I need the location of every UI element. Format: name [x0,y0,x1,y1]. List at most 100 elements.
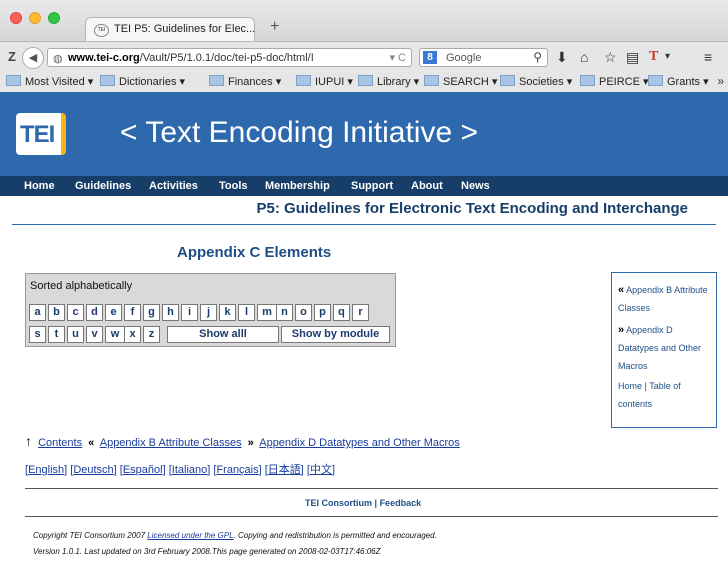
nav-tools[interactable]: Tools [219,180,248,192]
search-placeholder: Google [446,52,482,64]
letter-z-button[interactable]: z [143,326,160,343]
letter-k-button[interactable]: k [219,304,236,321]
letter-b-button[interactable]: b [48,304,65,321]
bookmark-library[interactable]: Library ▾ [358,75,419,88]
reload-icon[interactable]: ▾ C [389,51,406,64]
bookmarks-menu-icon[interactable]: ▤ [626,49,639,66]
close-window-button[interactable] [10,12,22,24]
tab-title: TEI P5: Guidelines for Elec... [114,23,256,35]
bookmark-iupui[interactable]: IUPUI ▾ [296,75,353,88]
letter-d-button[interactable]: d [86,304,103,321]
minimize-window-button[interactable] [29,12,41,24]
version-text: Version 1.0.1. Last updated on 3rd Febru… [33,547,381,556]
bookmark-star-icon[interactable]: ☆ [604,49,617,66]
zotero-icon[interactable]: Z [8,49,16,64]
nav-news[interactable]: News [461,180,490,192]
zoom-window-button[interactable] [48,12,60,24]
page-header: P5: Guidelines for Electronic Text Encod… [12,197,716,225]
download-icon[interactable]: ⬇ [556,49,568,66]
letter-v-button[interactable]: v [86,326,103,343]
browser-toolbar: Z ◀ ◍ www.tei-c.org/Vault/P5/1.0.1/doc/t… [0,42,728,72]
letter-s-button[interactable]: s [29,326,46,343]
arrow-up-icon: ↑ [25,433,32,449]
bookmark-most-visited[interactable]: Most Visited ▾ [6,75,93,88]
folder-icon [6,75,21,86]
show-by-module-button[interactable]: Show by module [281,326,390,343]
browser-tab[interactable]: TEI TEI P5: Guidelines for Elec... [85,17,255,41]
double-chevron-right-icon: » [618,324,625,336]
bookmark-societies[interactable]: Societies ▾ [500,75,572,88]
letter-o-button[interactable]: o [295,304,312,321]
next-appendix-link[interactable]: Appendix D Datatypes and Other Macros [259,437,460,449]
letter-n-button[interactable]: n [276,304,293,321]
show-all-button[interactable]: Show alll [167,326,279,343]
url-bar[interactable]: ◍ www.tei-c.org/Vault/P5/1.0.1/doc/tei-p… [47,48,412,67]
nav-about[interactable]: About [411,180,443,192]
contents-link[interactable]: Contents [38,437,82,449]
lang-chinese[interactable]: 中文 [310,464,332,476]
sidebar-prev-link[interactable]: «Appendix B Attribute Classes [618,281,714,317]
search-icon[interactable]: ⚲ [533,50,542,64]
letter-a-button[interactable]: a [29,304,46,321]
tei-logo[interactable]: TEI [16,113,66,155]
nav-membership[interactable]: Membership [265,180,330,192]
letter-j-button[interactable]: j [200,304,217,321]
letter-g-button[interactable]: g [143,304,160,321]
feedback-link[interactable]: Feedback [380,498,422,508]
lang-deutsch[interactable]: Deutsch [73,464,113,476]
menu-icon[interactable]: ≡ [704,49,712,65]
copyright-text: Copyright TEI Consortium 2007 Licensed u… [33,531,437,540]
back-button[interactable]: ◀ [22,47,44,69]
lang-japanese[interactable]: 日本語 [268,464,301,476]
letter-l-button[interactable]: l [238,304,255,321]
letter-u-button[interactable]: u [67,326,84,343]
nav-home[interactable]: Home [24,180,55,192]
letter-w-button[interactable]: w [105,326,125,343]
sidebar-home-link[interactable]: Home [618,381,642,391]
letter-c-button[interactable]: c [67,304,84,321]
double-chevron-right-icon: » [247,437,254,449]
letter-h-button[interactable]: h [162,304,179,321]
language-links: [English] [Deutsch] [Español] [Italiano]… [25,464,336,476]
bookmark-peirce[interactable]: PEIRCE ▾ [580,75,649,88]
new-tab-icon[interactable]: + [270,18,279,36]
lang-espanol[interactable]: Español [123,464,163,476]
alphabet-index: Sorted alphabetically abcdefghijklmnopqr… [25,273,396,347]
bookmark-search[interactable]: SEARCH ▾ [424,75,497,88]
bookmark-dictionaries[interactable]: Dictionaries ▾ [100,75,185,88]
tei-favicon-icon: TEI [94,24,109,37]
letter-f-button[interactable]: f [124,304,141,321]
page-title: P5: Guidelines for Electronic Text Encod… [256,200,688,217]
search-bar[interactable]: 8 Google ⚲ [419,48,548,67]
tei-consortium-link[interactable]: TEI Consortium [305,498,372,508]
lang-english[interactable]: English [28,464,64,476]
search-engine-icon[interactable]: 8 [423,51,437,64]
folder-icon [100,75,115,86]
folder-icon [648,75,663,86]
more-bookmarks-icon[interactable]: » [717,74,724,88]
nav-activities[interactable]: Activities [149,180,198,192]
prev-appendix-link[interactable]: Appendix B Attribute Classes [100,437,242,449]
letter-r-button[interactable]: r [352,304,369,321]
home-icon[interactable]: ⌂ [580,49,588,65]
bookmark-finances[interactable]: Finances ▾ [209,75,281,88]
lang-francais[interactable]: Français [216,464,258,476]
lang-italiano[interactable]: Italiano [172,464,207,476]
sidebar-next-link[interactable]: » Appendix D Datatypes and Other Macros [618,321,714,375]
t-extension-icon[interactable]: T [649,49,658,65]
nav-support[interactable]: Support [351,180,393,192]
bookmark-grants[interactable]: Grants ▾ [648,75,709,88]
letter-q-button[interactable]: q [333,304,350,321]
window-titlebar: TEI TEI P5: Guidelines for Elec... + [0,0,728,42]
folder-icon [580,75,595,86]
letter-t-button[interactable]: t [48,326,65,343]
letter-e-button[interactable]: e [105,304,122,321]
nav-guidelines[interactable]: Guidelines [75,180,131,192]
letter-x-button[interactable]: x [124,326,141,343]
letter-i-button[interactable]: i [181,304,198,321]
letter-m-button[interactable]: m [257,304,277,321]
letter-p-button[interactable]: p [314,304,331,321]
bookmarks-bar: Most Visited ▾ Dictionaries ▾ Finances ▾… [0,72,728,93]
gpl-license-link[interactable]: Licensed under the GPL [147,531,233,540]
chevron-down-icon[interactable]: ▾ [665,51,670,62]
